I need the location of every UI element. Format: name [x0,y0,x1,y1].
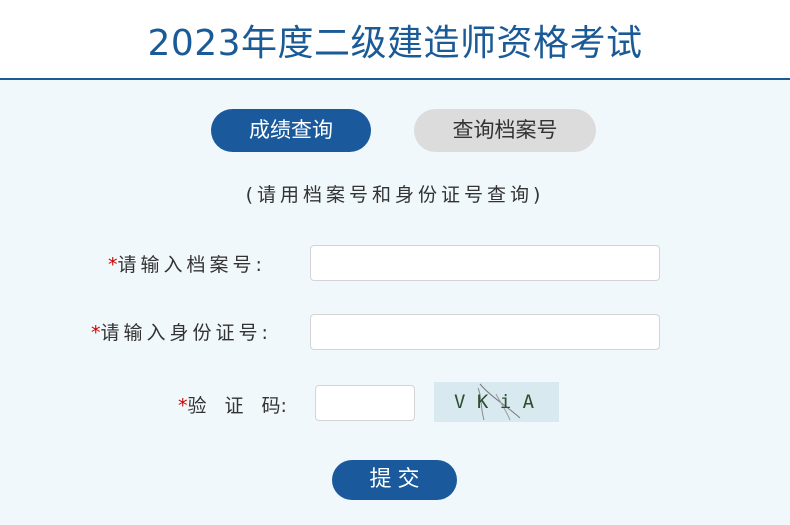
required-mark: * [108,254,118,276]
archive-number-input[interactable] [310,245,660,281]
header-bar: 2023年度二级建造师资格考试 [0,0,790,80]
captcha-label-part: 码: [261,395,287,417]
captcha-image[interactable]: V K i A [434,382,559,422]
captcha-noise: V K i A [454,383,535,421]
captcha-input[interactable] [315,385,415,421]
submit-button[interactable]: 提交 [332,460,457,500]
id-number-label: *请输入身份证号: [91,319,272,347]
page-title: 2023年度二级建造师资格考试 [147,23,643,64]
id-number-input[interactable] [310,314,660,350]
captcha-label: *验证码: [178,392,287,420]
captcha-text: V K i A [454,391,535,413]
archive-number-label-text: 请输入档案号: [117,254,266,276]
tab-score-query[interactable]: 成绩查询 [211,109,371,152]
tab-archive-query[interactable]: 查询档案号 [414,109,596,152]
query-hint: (请用档案号和身份证号查询) [245,184,545,206]
id-number-label-text: 请输入身份证号: [100,322,272,344]
required-mark: * [178,395,188,417]
archive-number-label: *请输入档案号: [108,251,266,279]
captcha-label-part: 验 [187,395,207,417]
required-mark: * [91,322,101,344]
captcha-label-part: 证 [224,395,244,417]
